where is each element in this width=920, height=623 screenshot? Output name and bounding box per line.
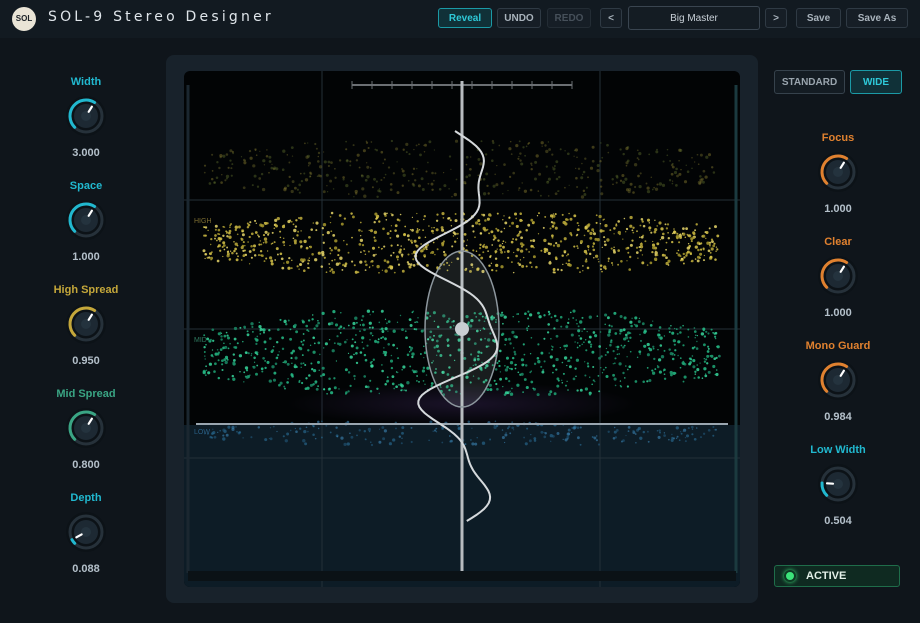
undo-button[interactable]: UNDO — [497, 8, 541, 28]
low-width-knob-group: Low Width 0.504 — [778, 443, 898, 528]
stereo-field-canvas[interactable]: HIGH MID LOW — [184, 71, 740, 587]
focus-label: Focus — [821, 132, 855, 144]
depth-label: Depth — [70, 492, 102, 504]
mid-spread-value: 0.800 — [72, 459, 100, 471]
low-band-label: LOW — [194, 429, 210, 436]
save-button[interactable]: Save — [796, 8, 841, 28]
save-as-button[interactable]: Save As — [846, 8, 908, 28]
depth-knob-group: Depth 0.088 — [26, 491, 146, 576]
preset-name-field[interactable]: Big Master — [628, 6, 760, 30]
power-led-icon — [784, 570, 796, 582]
clear-label: Clear — [824, 236, 852, 248]
depth-value: 0.088 — [72, 563, 100, 575]
low-width-label: Low Width — [810, 444, 866, 456]
clear-knob-group: Clear 1.000 — [778, 235, 898, 320]
width-label: Width — [70, 76, 102, 88]
mono-guard-label: Mono Guard — [805, 340, 871, 352]
mid-spread-knob[interactable] — [65, 407, 107, 449]
width-knob-group: Width 3.000 — [26, 75, 146, 160]
low-width-knob[interactable] — [817, 463, 859, 505]
previous-preset-button[interactable]: < — [600, 8, 622, 28]
mid-band-label: MID — [194, 337, 207, 344]
bottom-scroll — [188, 571, 736, 581]
top-bar: SOL SOL-9 Stereo Designer Reveal UNDO RE… — [0, 0, 920, 38]
mono-guard-value: 0.984 — [824, 411, 852, 423]
focus-knob[interactable] — [817, 151, 859, 193]
high-spread-knob-group: High Spread 0.950 — [26, 283, 146, 368]
space-knob[interactable] — [65, 199, 107, 241]
space-label: Space — [69, 180, 103, 192]
width-knob[interactable] — [65, 95, 107, 137]
reveal-button[interactable]: Reveal — [438, 8, 492, 28]
standard-mode-button[interactable]: STANDARD — [774, 70, 845, 94]
redo-button[interactable]: REDO — [547, 8, 591, 28]
mono-guard-knob[interactable] — [817, 359, 859, 401]
stereo-field-display[interactable]: HIGH MID LOW — [184, 71, 740, 587]
next-preset-button[interactable]: > — [765, 8, 787, 28]
active-label: ACTIVE — [806, 570, 847, 582]
clear-value: 1.000 — [824, 307, 852, 319]
depth-knob[interactable] — [65, 511, 107, 553]
space-value: 1.000 — [72, 251, 100, 263]
space-knob-group: Space 1.000 — [26, 179, 146, 264]
app-title: SOL-9 Stereo Designer — [48, 9, 274, 25]
clear-knob[interactable] — [817, 255, 859, 297]
width-value: 3.000 — [72, 147, 100, 159]
mid-spread-label: Mid Spread — [56, 388, 116, 400]
focus-knob-group: Focus 1.000 — [778, 131, 898, 216]
mono-guard-knob-group: Mono Guard 0.984 — [778, 339, 898, 424]
mid-spread-knob-group: Mid Spread 0.800 — [26, 387, 146, 472]
low-width-value: 0.504 — [824, 515, 852, 527]
high-band-label: HIGH — [194, 218, 212, 225]
high-spread-label: High Spread — [53, 284, 119, 296]
active-toggle[interactable]: ACTIVE — [774, 565, 900, 587]
wide-mode-button[interactable]: WIDE — [850, 70, 902, 94]
focus-value: 1.000 — [824, 203, 852, 215]
center-handle[interactable] — [455, 322, 469, 336]
high-spread-value: 0.950 — [72, 355, 100, 367]
high-spread-knob[interactable] — [65, 303, 107, 345]
logo: SOL — [12, 7, 36, 31]
